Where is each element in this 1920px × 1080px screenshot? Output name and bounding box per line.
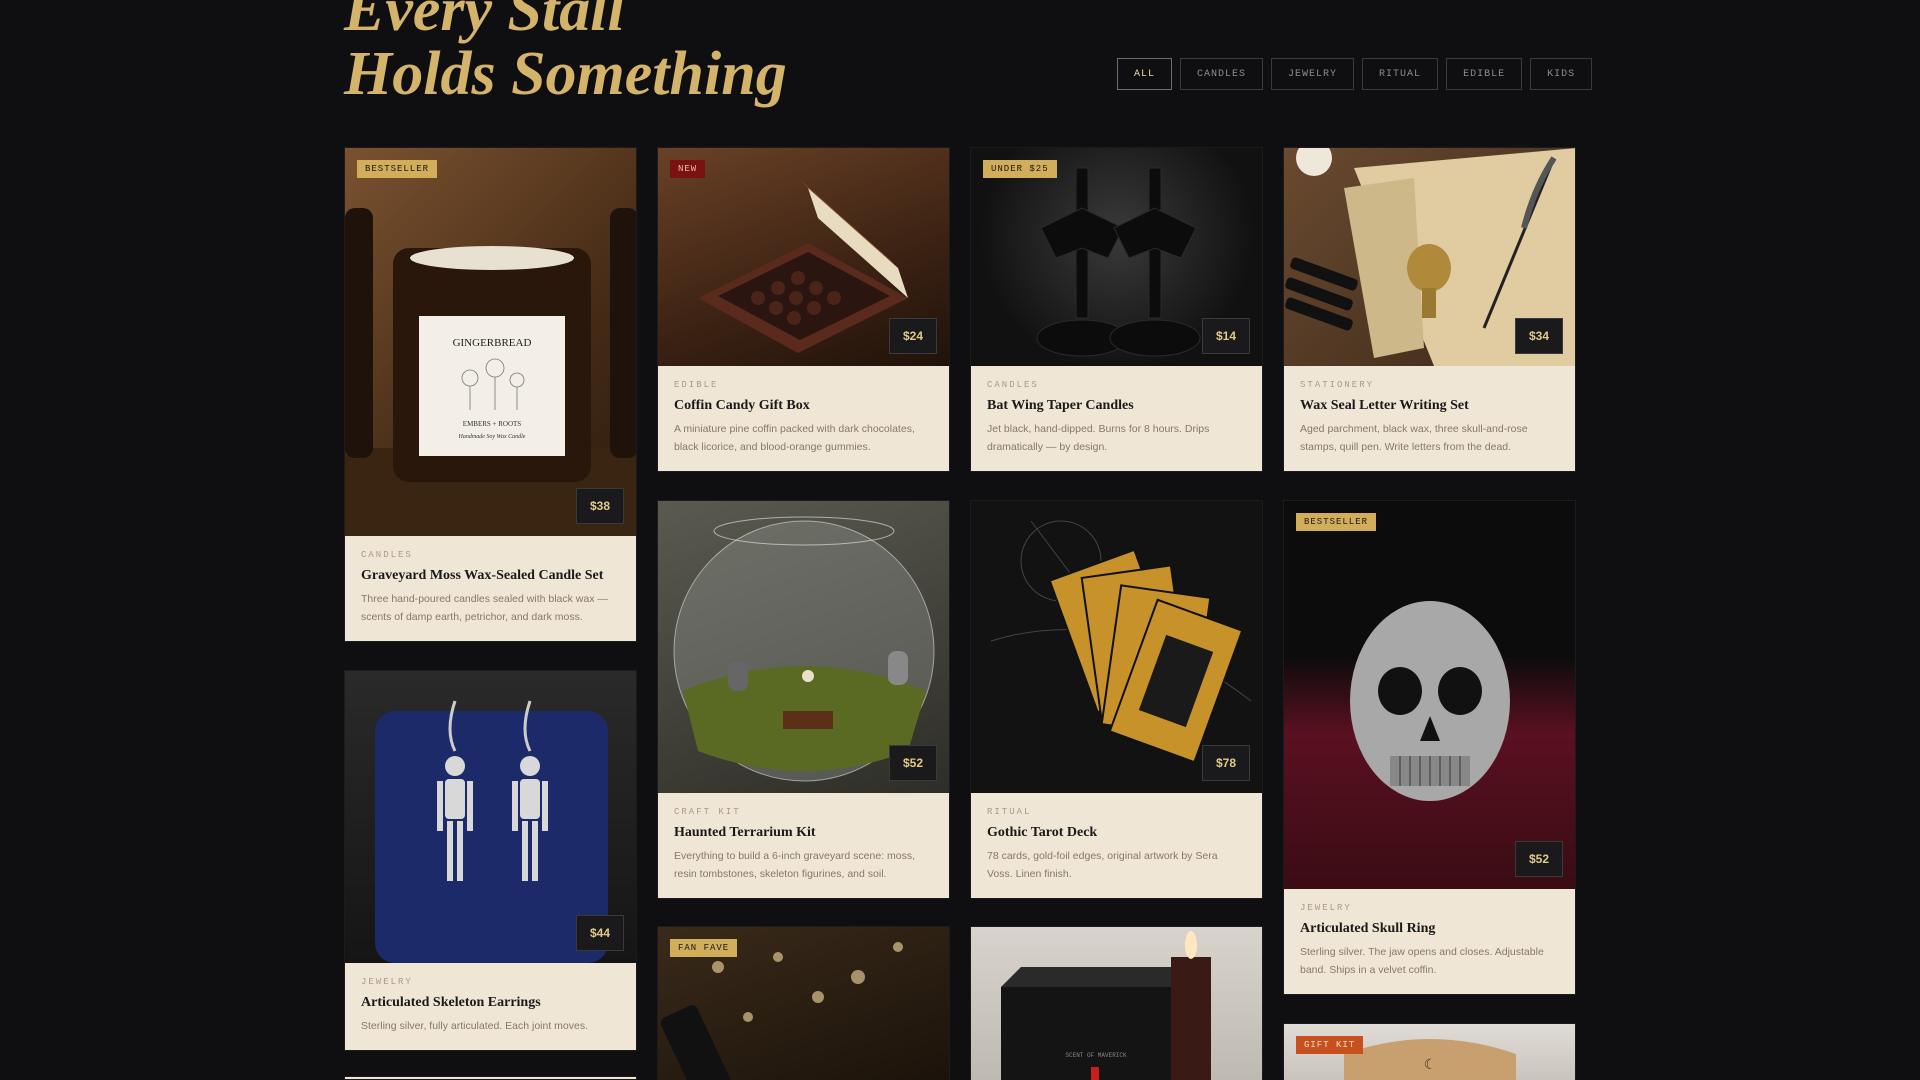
product-description: Everything to build a 6-inch graveyard s… — [674, 850, 916, 880]
product-card-gothic-tarot-deck[interactable]: $78 RITUAL Gothic Tarot Deck 78 cards, g… — [970, 500, 1263, 899]
product-description: 78 cards, gold-foil edges, original artw… — [987, 850, 1218, 880]
product-image: BESTSELLER $52 — [1284, 501, 1575, 889]
product-category: CRAFT KIT — [674, 807, 741, 817]
product-badge: UNDER $25 — [983, 160, 1057, 178]
product-name: Haunted Terrarium Kit — [674, 825, 816, 840]
product-card-scent-box[interactable]: SCENT OF MAVERICK — [970, 926, 1263, 1080]
product-price: $38 — [576, 488, 624, 524]
product-category: STATIONERY — [1300, 380, 1375, 390]
page-title-line-2: Holds Something — [344, 40, 787, 108]
product-image: GINGERBREAD EMBERS + ROOTS Handmade Soy … — [345, 148, 636, 536]
product-description: Aged parchment, black wax, three skull-a… — [1300, 423, 1528, 453]
product-card-next-edge — [344, 1076, 637, 1080]
product-price: $52 — [1515, 841, 1563, 877]
product-name: Gothic Tarot Deck — [987, 825, 1098, 840]
product-card-fan-fave[interactable]: FAN FAVE — [657, 926, 950, 1080]
product-price: $52 — [889, 745, 937, 781]
product-category: RITUAL — [987, 807, 1032, 817]
product-badge: GIFT KIT — [1296, 1036, 1364, 1054]
product-description: Sterling silver, fully articulated. Each… — [361, 1020, 589, 1032]
product-price: $24 — [889, 318, 937, 354]
product-image: $78 — [971, 501, 1262, 793]
product-badge: BESTSELLER — [357, 160, 438, 178]
product-image: NEW $24 — [658, 148, 949, 366]
product-card-wax-seal-letter-writing-set[interactable]: $34 STATIONERY Wax Seal Letter Writing S… — [1283, 147, 1576, 472]
page-title: Every Stall Holds Something — [344, 0, 787, 106]
product-card-bat-wing-taper-candles[interactable]: UNDER $25 $14 CANDLES Bat Wing Taper Can… — [970, 147, 1263, 472]
candle-label-sub2: Handmade Soy Wax Candle — [458, 434, 526, 440]
candle-label-sub: EMBERS + ROOTS — [463, 420, 522, 428]
product-card-gift-kit[interactable]: ☾ GIFT KIT — [1283, 1023, 1576, 1080]
product-name: Bat Wing Taper Candles — [987, 398, 1134, 413]
product-name: Wax Seal Letter Writing Set — [1300, 398, 1469, 413]
product-image: FAN FAVE — [658, 927, 949, 1080]
product-badge: FAN FAVE — [670, 939, 738, 957]
candle-jar-illustration: GINGERBREAD EMBERS + ROOTS Handmade Soy … — [345, 208, 636, 536]
product-price: $14 — [1202, 318, 1250, 354]
product-image: SCENT OF MAVERICK — [971, 927, 1262, 1080]
product-image: $44 — [345, 671, 636, 963]
product-name: Coffin Candy Gift Box — [674, 398, 810, 413]
box-label: SCENT OF MAVERICK — [1065, 1052, 1127, 1059]
product-badge: BESTSELLER — [1296, 513, 1377, 531]
svg-text:☾: ☾ — [1424, 1056, 1437, 1072]
product-name: Articulated Skull Ring — [1300, 921, 1436, 936]
page-title-line-1: Every Stall — [344, 0, 625, 44]
product-name: Articulated Skeleton Earrings — [361, 995, 541, 1010]
product-category: CANDLES — [987, 380, 1039, 390]
filter-all[interactable]: ALL — [1117, 58, 1173, 90]
skull-ring-illustration — [1350, 601, 1510, 801]
product-card-graveyard-moss-candle-set[interactable]: GINGERBREAD EMBERS + ROOTS Handmade Soy … — [344, 147, 637, 642]
filter-edible[interactable]: EDIBLE — [1446, 58, 1523, 90]
product-description: Three hand-poured candles sealed with bl… — [361, 593, 608, 623]
product-category: JEWELRY — [361, 977, 413, 987]
product-badge: NEW — [670, 160, 706, 178]
product-category: EDIBLE — [674, 380, 719, 390]
product-description: Jet black, hand-dipped. Burns for 8 hour… — [987, 423, 1210, 453]
product-category: JEWELRY — [1300, 903, 1352, 913]
product-card-coffin-candy-gift-box[interactable]: NEW $24 EDIBLE Coffin Candy Gift Box A m… — [657, 147, 950, 472]
product-card-articulated-skeleton-earrings[interactable]: $44 JEWELRY Articulated Skeleton Earring… — [344, 670, 637, 1051]
filter-kids[interactable]: KIDS — [1530, 58, 1593, 90]
product-image: ☾ GIFT KIT — [1284, 1024, 1575, 1080]
product-name: Graveyard Moss Wax-Sealed Candle Set — [361, 568, 604, 583]
product-image: $52 — [658, 501, 949, 793]
product-price: $44 — [576, 915, 624, 951]
product-card-articulated-skull-ring[interactable]: BESTSELLER $52 JEWELRY Articulated Skull… — [1283, 500, 1576, 995]
product-image: $34 — [1284, 148, 1575, 366]
product-description: Sterling silver. The jaw opens and close… — [1300, 946, 1544, 976]
filter-candles[interactable]: CANDLES — [1180, 58, 1264, 90]
product-category: CANDLES — [361, 550, 413, 560]
filter-jewelry[interactable]: JEWELRY — [1271, 58, 1355, 90]
product-price: $78 — [1202, 745, 1250, 781]
candle-label-text: GINGERBREAD — [453, 337, 532, 349]
product-description: A miniature pine coffin packed with dark… — [674, 423, 915, 453]
product-price: $34 — [1515, 318, 1563, 354]
product-image: UNDER $25 $14 — [971, 148, 1262, 366]
filter-ritual[interactable]: RITUAL — [1362, 58, 1439, 90]
scent-box-illustration: SCENT OF MAVERICK — [1001, 931, 1211, 1080]
category-filter-bar: ALL CANDLES JEWELRY RITUAL EDIBLE KIDS — [1117, 58, 1593, 90]
product-card-haunted-terrarium-kit[interactable]: $52 CRAFT KIT Haunted Terrarium Kit Ever… — [657, 500, 950, 899]
